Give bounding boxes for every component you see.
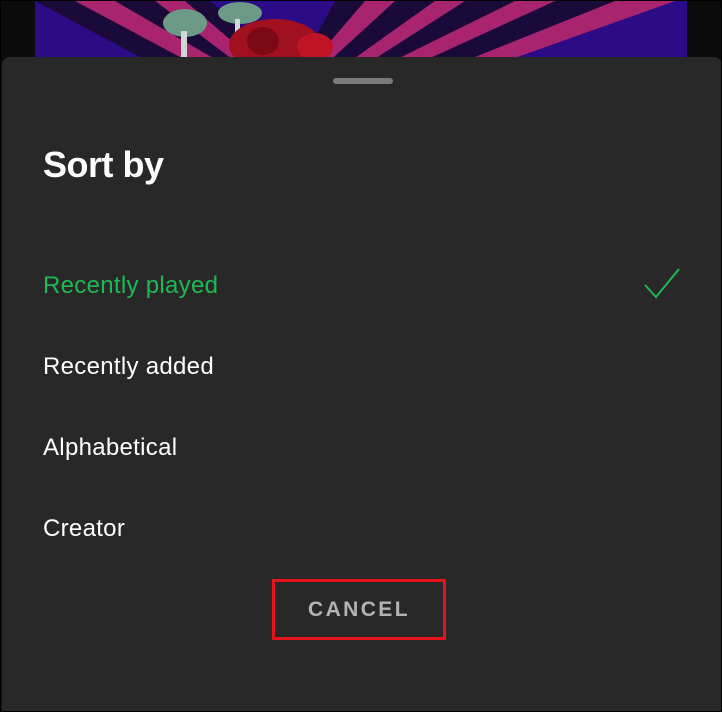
- option-label: Recently played: [43, 272, 219, 299]
- album-art: [35, 1, 687, 65]
- option-label: Creator: [43, 515, 126, 542]
- sort-option-recently-played[interactable]: Recently played: [2, 254, 721, 318]
- option-label: Recently added: [43, 353, 214, 380]
- cancel-button[interactable]: CANCEL: [275, 582, 443, 637]
- background-content: [1, 1, 721, 65]
- sort-option-creator[interactable]: Creator: [2, 497, 721, 561]
- option-label: Alphabetical: [43, 434, 178, 461]
- screen: Sort by Recently played Recently added A…: [0, 0, 722, 712]
- sort-option-recently-added[interactable]: Recently added: [2, 335, 721, 399]
- checkmark-icon: [642, 266, 682, 302]
- sort-bottom-sheet: Sort by Recently played Recently added A…: [2, 57, 721, 711]
- drag-handle[interactable]: [333, 78, 393, 84]
- sheet-title: Sort by: [43, 144, 164, 185]
- sort-option-alphabetical[interactable]: Alphabetical: [2, 416, 721, 480]
